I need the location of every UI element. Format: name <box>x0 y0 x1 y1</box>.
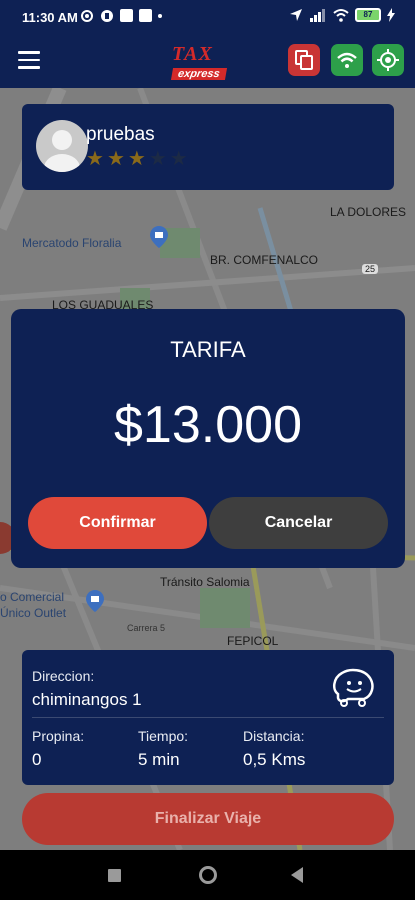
menu-icon[interactable] <box>18 51 40 69</box>
app-logo: TAX express <box>170 44 242 80</box>
divider <box>32 717 384 718</box>
shopping-pin-icon <box>86 590 104 612</box>
tip-label: Propina: <box>32 728 85 744</box>
driver-card <box>22 104 394 190</box>
shopping-pin-icon <box>150 226 168 248</box>
map-label: o Comercial <box>0 590 65 604</box>
waze-icon[interactable] <box>330 668 376 708</box>
charging-icon <box>387 8 395 22</box>
address-label: Direccion: <box>32 668 95 684</box>
fare-amount: $13.000 <box>114 396 302 454</box>
more-notifications-icon <box>158 14 162 18</box>
finish-trip-button[interactable]: Finalizar Viaje <box>22 793 394 845</box>
rating-stars: ★ ★ ★ ★ ★ <box>86 148 188 170</box>
app-bar: TAX express <box>0 34 415 88</box>
copy-button[interactable] <box>288 44 320 76</box>
map-label: FEPICOL <box>227 634 279 648</box>
map-label: BR. COMFENALCO <box>210 253 319 267</box>
settings-icon <box>81 10 93 22</box>
app-notification-icon <box>101 10 113 22</box>
trip-info-card: Direccion: chiminangos 1 Propina: 0 Tiem… <box>22 650 394 785</box>
distance-value: 0,5 Kms <box>243 750 306 769</box>
map-label: 25 <box>362 264 379 274</box>
wifi-icon <box>337 52 357 68</box>
status-time: 11:30 AM <box>22 10 78 25</box>
tip-value: 0 <box>32 750 42 769</box>
map-label: Carrera 5 <box>127 623 166 633</box>
time-label: Tiempo: <box>138 728 189 744</box>
driver-name: pruebas <box>86 124 155 145</box>
confirm-button[interactable]: Confirmar <box>28 497 207 549</box>
status-bar: 11:30 AM 87 <box>0 0 415 34</box>
cancel-button[interactable]: Cancelar <box>209 497 388 549</box>
copy-icon <box>295 50 313 70</box>
distance-label: Distancia: <box>243 728 305 744</box>
star-empty-icon: ★ <box>148 148 167 170</box>
user-icon <box>44 130 80 172</box>
crosshair-icon <box>377 49 399 71</box>
map-label: Tránsito Salomia <box>160 575 250 589</box>
signal-icon <box>310 9 325 22</box>
star-empty-icon: ★ <box>169 148 188 170</box>
location-arrow-icon <box>290 9 302 21</box>
notification-square-icon <box>139 9 152 22</box>
recents-icon[interactable] <box>108 869 121 882</box>
fare-title: TARIFA <box>170 337 246 362</box>
notification-square-icon <box>120 9 133 22</box>
time-value: 5 min <box>138 750 180 769</box>
map-label: Único Outlet <box>0 606 67 620</box>
map-label: LA DOLORES <box>330 205 407 219</box>
system-icons: 87 <box>289 8 395 22</box>
navigation-bar <box>0 850 415 900</box>
star-icon: ★ <box>127 148 146 170</box>
star-icon: ★ <box>106 148 125 170</box>
battery-icon: 87 <box>355 8 381 22</box>
wifi-button[interactable] <box>331 44 363 76</box>
wifi-status-icon <box>333 9 349 22</box>
avatar <box>36 120 88 172</box>
home-icon[interactable] <box>199 866 217 884</box>
address-value: chiminangos 1 <box>32 690 142 709</box>
notification-icons <box>80 9 162 23</box>
star-icon: ★ <box>86 148 104 170</box>
fare-dialog: TARIFA $13.000 Confirmar Cancelar <box>11 309 405 568</box>
map-label: Mercatodo Floralia <box>22 236 122 250</box>
back-icon[interactable] <box>291 867 303 883</box>
gps-button[interactable] <box>372 44 404 76</box>
